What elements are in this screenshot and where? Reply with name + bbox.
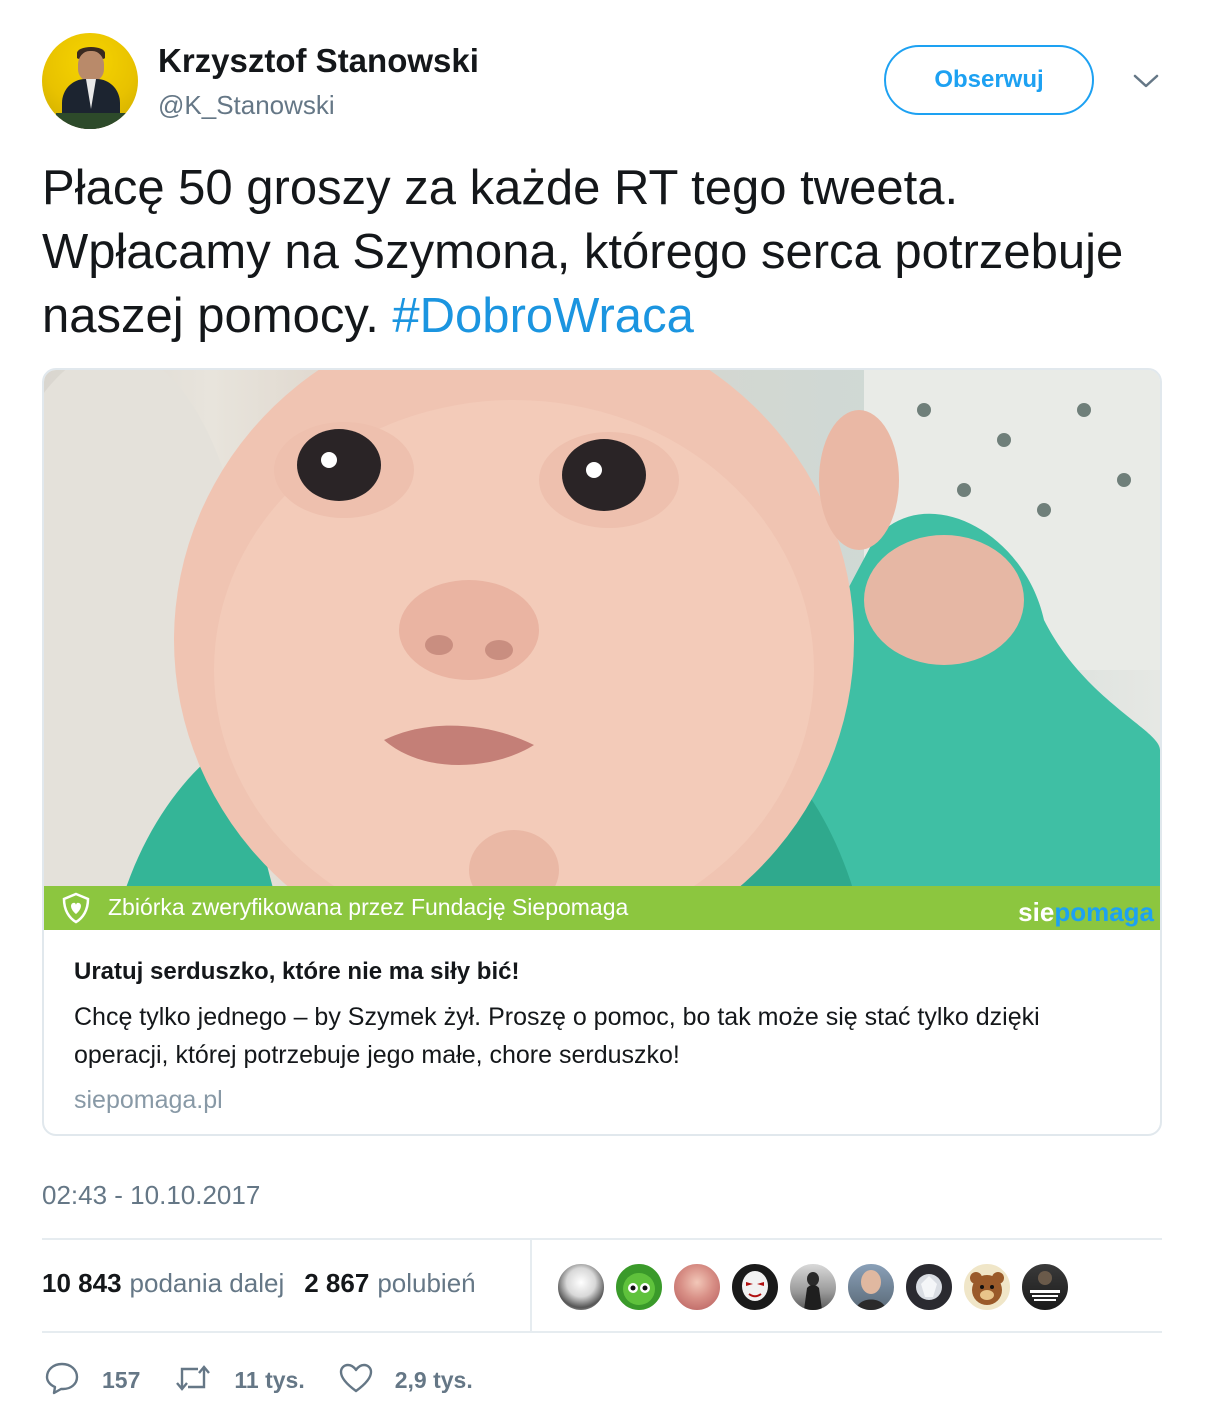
reply-icon[interactable] <box>44 1361 80 1400</box>
author-avatar[interactable] <box>42 33 138 129</box>
liker-avatars <box>556 1262 1078 1312</box>
divider <box>530 1240 532 1332</box>
like-action[interactable]: 2,9 tys. <box>339 1363 473 1398</box>
card-body[interactable]: Uratuj serduszko, które nie ma siły bić!… <box>44 930 1160 1134</box>
tweet-actions: 157 11 tys. 2,9 tys. <box>44 1360 507 1400</box>
retweet-action[interactable]: 11 tys. <box>174 1363 305 1398</box>
follow-button[interactable]: Obserwuj <box>884 45 1094 115</box>
retweet-icon[interactable] <box>174 1363 212 1398</box>
card-title: Uratuj serduszko, które nie ma siły bić! <box>74 958 520 985</box>
card-description: Chcę tylko jednego – by Szymek żył. Pros… <box>74 1003 1040 1069</box>
likes-count[interactable]: 2 867 <box>304 1268 369 1299</box>
verification-banner: Zbiórka zweryfikowana przez Fundację Sie… <box>44 886 1160 930</box>
liker-avatar[interactable] <box>846 1262 896 1312</box>
author-name[interactable]: Krzysztof Stanowski <box>158 42 479 80</box>
baby-photo <box>44 370 1160 930</box>
tweet-stats: 10 843 podania dalej 2 867 polubień <box>42 1268 476 1299</box>
verification-text: Zbiórka zweryfikowana przez Fundację Sie… <box>108 894 629 920</box>
liker-avatar[interactable] <box>730 1262 780 1312</box>
liker-avatar[interactable] <box>614 1262 664 1312</box>
retweets-count[interactable]: 10 843 <box>42 1268 122 1299</box>
card-image[interactable]: Zbiórka zweryfikowana przez Fundację Sie… <box>44 370 1160 930</box>
chevron-down-icon[interactable] <box>1131 66 1161 96</box>
tweet-text: Płacę 50 groszy za każde RT tego tweeta.… <box>42 156 1172 348</box>
reply-count: 157 <box>102 1366 141 1393</box>
hashtag-link[interactable]: #DobroWraca <box>392 289 693 343</box>
card-domain: siepomaga.pl <box>74 1086 223 1114</box>
divider <box>42 1238 1162 1240</box>
likes-label[interactable]: polubień <box>377 1268 475 1299</box>
shield-heart-icon <box>60 892 92 924</box>
liker-avatar[interactable] <box>1020 1262 1070 1312</box>
link-card[interactable]: Zbiórka zweryfikowana przez Fundację Sie… <box>42 368 1162 1136</box>
liker-avatar[interactable] <box>788 1262 838 1312</box>
retweet-count: 11 tys. <box>234 1366 305 1393</box>
liker-avatar[interactable] <box>672 1262 722 1312</box>
author-handle[interactable]: @K_Stanowski <box>158 90 335 121</box>
liker-avatar[interactable] <box>556 1262 606 1312</box>
retweets-label[interactable]: podania dalej <box>130 1268 285 1299</box>
like-count: 2,9 tys. <box>394 1366 473 1393</box>
siepomaga-logo: sie pomaga <box>1018 897 1154 927</box>
tweet-timestamp[interactable]: 02:43 - 10.10.2017 <box>42 1180 260 1211</box>
reply-action[interactable]: 157 <box>44 1361 140 1400</box>
heart-icon[interactable] <box>339 1363 373 1398</box>
divider <box>42 1331 1162 1333</box>
liker-avatar[interactable] <box>904 1262 954 1312</box>
liker-avatar[interactable] <box>962 1262 1012 1312</box>
